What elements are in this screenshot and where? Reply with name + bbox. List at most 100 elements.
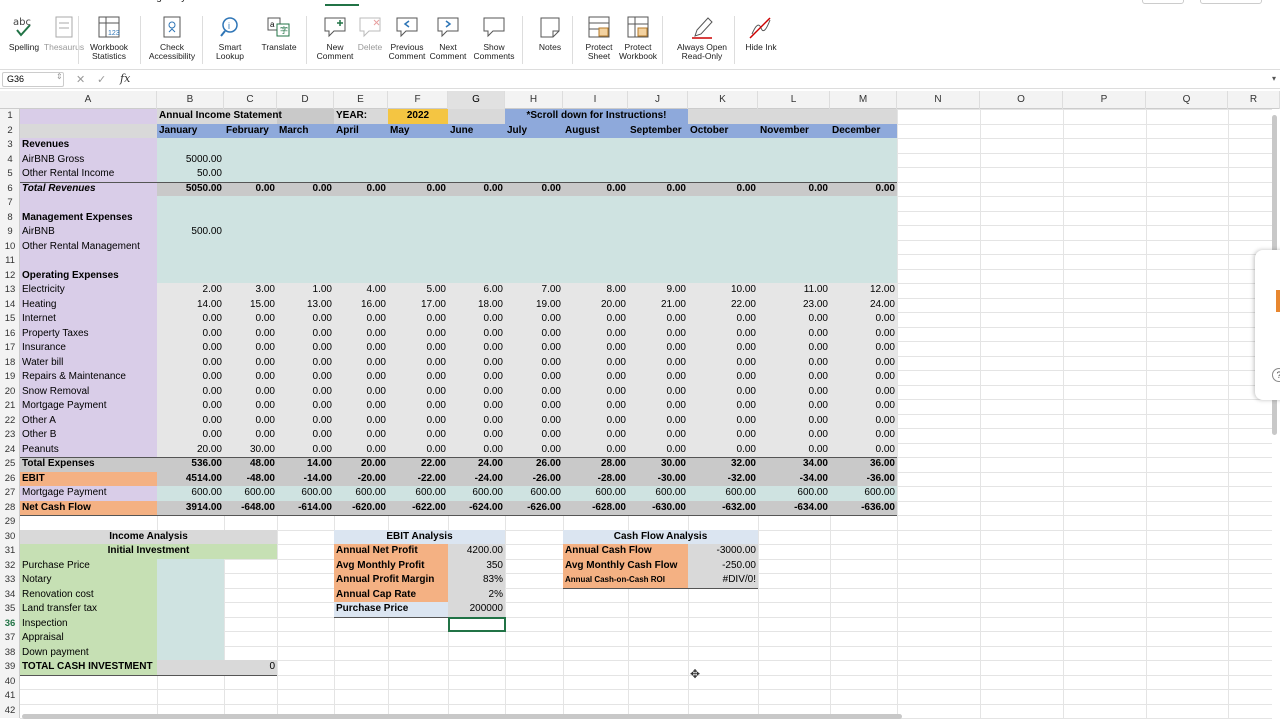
- expense-value[interactable]: 0.00: [388, 414, 448, 429]
- expense-value[interactable]: 0.00: [224, 341, 277, 356]
- column-header-p[interactable]: P: [1063, 91, 1146, 109]
- expense-value[interactable]: 0.00: [224, 385, 277, 400]
- other-rental-income-value[interactable]: [830, 167, 897, 182]
- expense-value[interactable]: 2.00: [157, 283, 224, 298]
- row-header-40[interactable]: 40: [0, 675, 20, 690]
- mortgage-value[interactable]: 600.00: [277, 486, 334, 501]
- row-header-26[interactable]: 26: [0, 472, 20, 487]
- expense-value[interactable]: 0.00: [688, 327, 758, 342]
- translate-button[interactable]: a 字 Translate: [258, 12, 300, 52]
- investment-label[interactable]: Purchase Price: [20, 559, 157, 574]
- expense-value[interactable]: 0.00: [277, 341, 334, 356]
- delete-button[interactable]: Delete: [352, 12, 388, 52]
- expense-value[interactable]: 0.00: [448, 428, 505, 443]
- expense-label[interactable]: Water bill: [20, 356, 157, 371]
- income-analysis-title[interactable]: Income Analysis: [20, 530, 277, 545]
- expense-value[interactable]: 0.00: [334, 370, 388, 385]
- cash-flow-label[interactable]: Annual Cash Flow: [563, 544, 688, 559]
- mortgage-value[interactable]: 600.00: [157, 486, 224, 501]
- net-cash-flow-value[interactable]: -648.00: [224, 501, 277, 516]
- expense-value[interactable]: 0.00: [277, 370, 334, 385]
- month-header-august[interactable]: August: [563, 124, 628, 139]
- expense-value[interactable]: 9.00: [628, 283, 688, 298]
- net-cash-flow-value[interactable]: -630.00: [628, 501, 688, 516]
- expense-value[interactable]: 14.00: [157, 298, 224, 313]
- ebit-analysis-label[interactable]: Annual Net Profit: [334, 544, 448, 559]
- mgmt-airbnb-value[interactable]: [830, 225, 897, 240]
- mgmt-other-value[interactable]: [224, 240, 277, 255]
- expense-value[interactable]: 0.00: [157, 312, 224, 327]
- mortgage-value[interactable]: 600.00: [758, 486, 830, 501]
- expense-value[interactable]: 0.00: [563, 370, 628, 385]
- tab-draw[interactable]: Draw: [102, 0, 125, 3]
- expense-value[interactable]: 0.00: [563, 385, 628, 400]
- mgmt-airbnb-value[interactable]: [758, 225, 830, 240]
- investment-label[interactable]: Land transfer tax: [20, 602, 157, 617]
- spelling-button[interactable]: abc Spelling: [4, 12, 44, 52]
- expense-value[interactable]: 0.00: [505, 370, 563, 385]
- expense-value[interactable]: 0.00: [505, 414, 563, 429]
- expense-value[interactable]: 0.00: [563, 327, 628, 342]
- ebit-analysis-label[interactable]: Annual Cap Rate: [334, 588, 448, 603]
- thesaurus-button[interactable]: Thesaurus: [42, 12, 86, 52]
- expense-value[interactable]: 0.00: [224, 312, 277, 327]
- expense-label[interactable]: Mortgage Payment: [20, 399, 157, 414]
- expense-value[interactable]: 0.00: [505, 443, 563, 458]
- mortgage-value[interactable]: 600.00: [688, 486, 758, 501]
- expense-value[interactable]: 0.00: [688, 428, 758, 443]
- mgmt-other-label[interactable]: Other Rental Management: [20, 240, 157, 255]
- month-header-may[interactable]: May: [388, 124, 448, 139]
- expense-value[interactable]: 0.00: [830, 414, 897, 429]
- column-header-r[interactable]: R: [1228, 91, 1280, 109]
- net-cash-flow-value[interactable]: -634.00: [758, 501, 830, 516]
- tab-home[interactable]: Home: [8, 0, 35, 3]
- expense-value[interactable]: 0.00: [563, 312, 628, 327]
- month-header-april[interactable]: April: [334, 124, 388, 139]
- row-header-35[interactable]: 35: [0, 602, 20, 617]
- selected-cell[interactable]: [448, 616, 506, 632]
- year-label[interactable]: YEAR:: [334, 109, 388, 124]
- mgmt-other-value[interactable]: [758, 240, 830, 255]
- management-heading[interactable]: Management Expenses: [20, 211, 157, 226]
- column-header-d[interactable]: D: [277, 91, 334, 109]
- expense-value[interactable]: 0.00: [224, 327, 277, 342]
- expense-value[interactable]: 0.00: [448, 370, 505, 385]
- ebit-analysis-title[interactable]: EBIT Analysis: [334, 530, 505, 545]
- expense-label[interactable]: Heating: [20, 298, 157, 313]
- expense-value[interactable]: 0.00: [388, 399, 448, 414]
- row-header-22[interactable]: 22: [0, 414, 20, 429]
- row-header-14[interactable]: 14: [0, 298, 20, 313]
- hide-ink-button[interactable]: Hide Ink: [740, 12, 782, 52]
- column-header-g[interactable]: G: [448, 91, 505, 109]
- expense-value[interactable]: 0.00: [758, 341, 830, 356]
- total-cash-investment-label[interactable]: TOTAL CASH INVESTMENT: [20, 660, 157, 675]
- row-header-36[interactable]: 36: [0, 617, 20, 632]
- column-header-l[interactable]: L: [758, 91, 830, 109]
- column-header-j[interactable]: J: [628, 91, 688, 109]
- airbnb-gross-label[interactable]: AirBNB Gross: [20, 153, 157, 168]
- row-header-8[interactable]: 8: [0, 211, 20, 226]
- expense-value[interactable]: 0.00: [688, 356, 758, 371]
- investment-value[interactable]: [157, 559, 224, 574]
- airbnb-gross-value[interactable]: [563, 153, 628, 168]
- expense-value[interactable]: 0.00: [388, 428, 448, 443]
- ebit-value[interactable]: 4514.00: [157, 472, 224, 487]
- net-cash-flow-label[interactable]: Net Cash Flow: [20, 501, 157, 516]
- net-cash-flow-value[interactable]: -622.00: [388, 501, 448, 516]
- total-revenues-value[interactable]: 0.00: [758, 182, 830, 197]
- expense-value[interactable]: 0.00: [830, 385, 897, 400]
- expense-value[interactable]: 0.00: [448, 414, 505, 429]
- net-cash-flow-value[interactable]: -626.00: [505, 501, 563, 516]
- net-cash-flow-value[interactable]: -614.00: [277, 501, 334, 516]
- expense-value[interactable]: 1.00: [277, 283, 334, 298]
- airbnb-gross-value[interactable]: [758, 153, 830, 168]
- expense-value[interactable]: 0.00: [388, 356, 448, 371]
- expense-value[interactable]: 0.00: [563, 428, 628, 443]
- total-revenues-value[interactable]: 0.00: [448, 182, 505, 197]
- expense-value[interactable]: 4.00: [334, 283, 388, 298]
- column-header-n[interactable]: N: [897, 91, 980, 109]
- expense-value[interactable]: 0.00: [758, 443, 830, 458]
- row-header-25[interactable]: 25: [0, 457, 20, 472]
- expense-value[interactable]: 0.00: [334, 385, 388, 400]
- expense-value[interactable]: 0.00: [388, 370, 448, 385]
